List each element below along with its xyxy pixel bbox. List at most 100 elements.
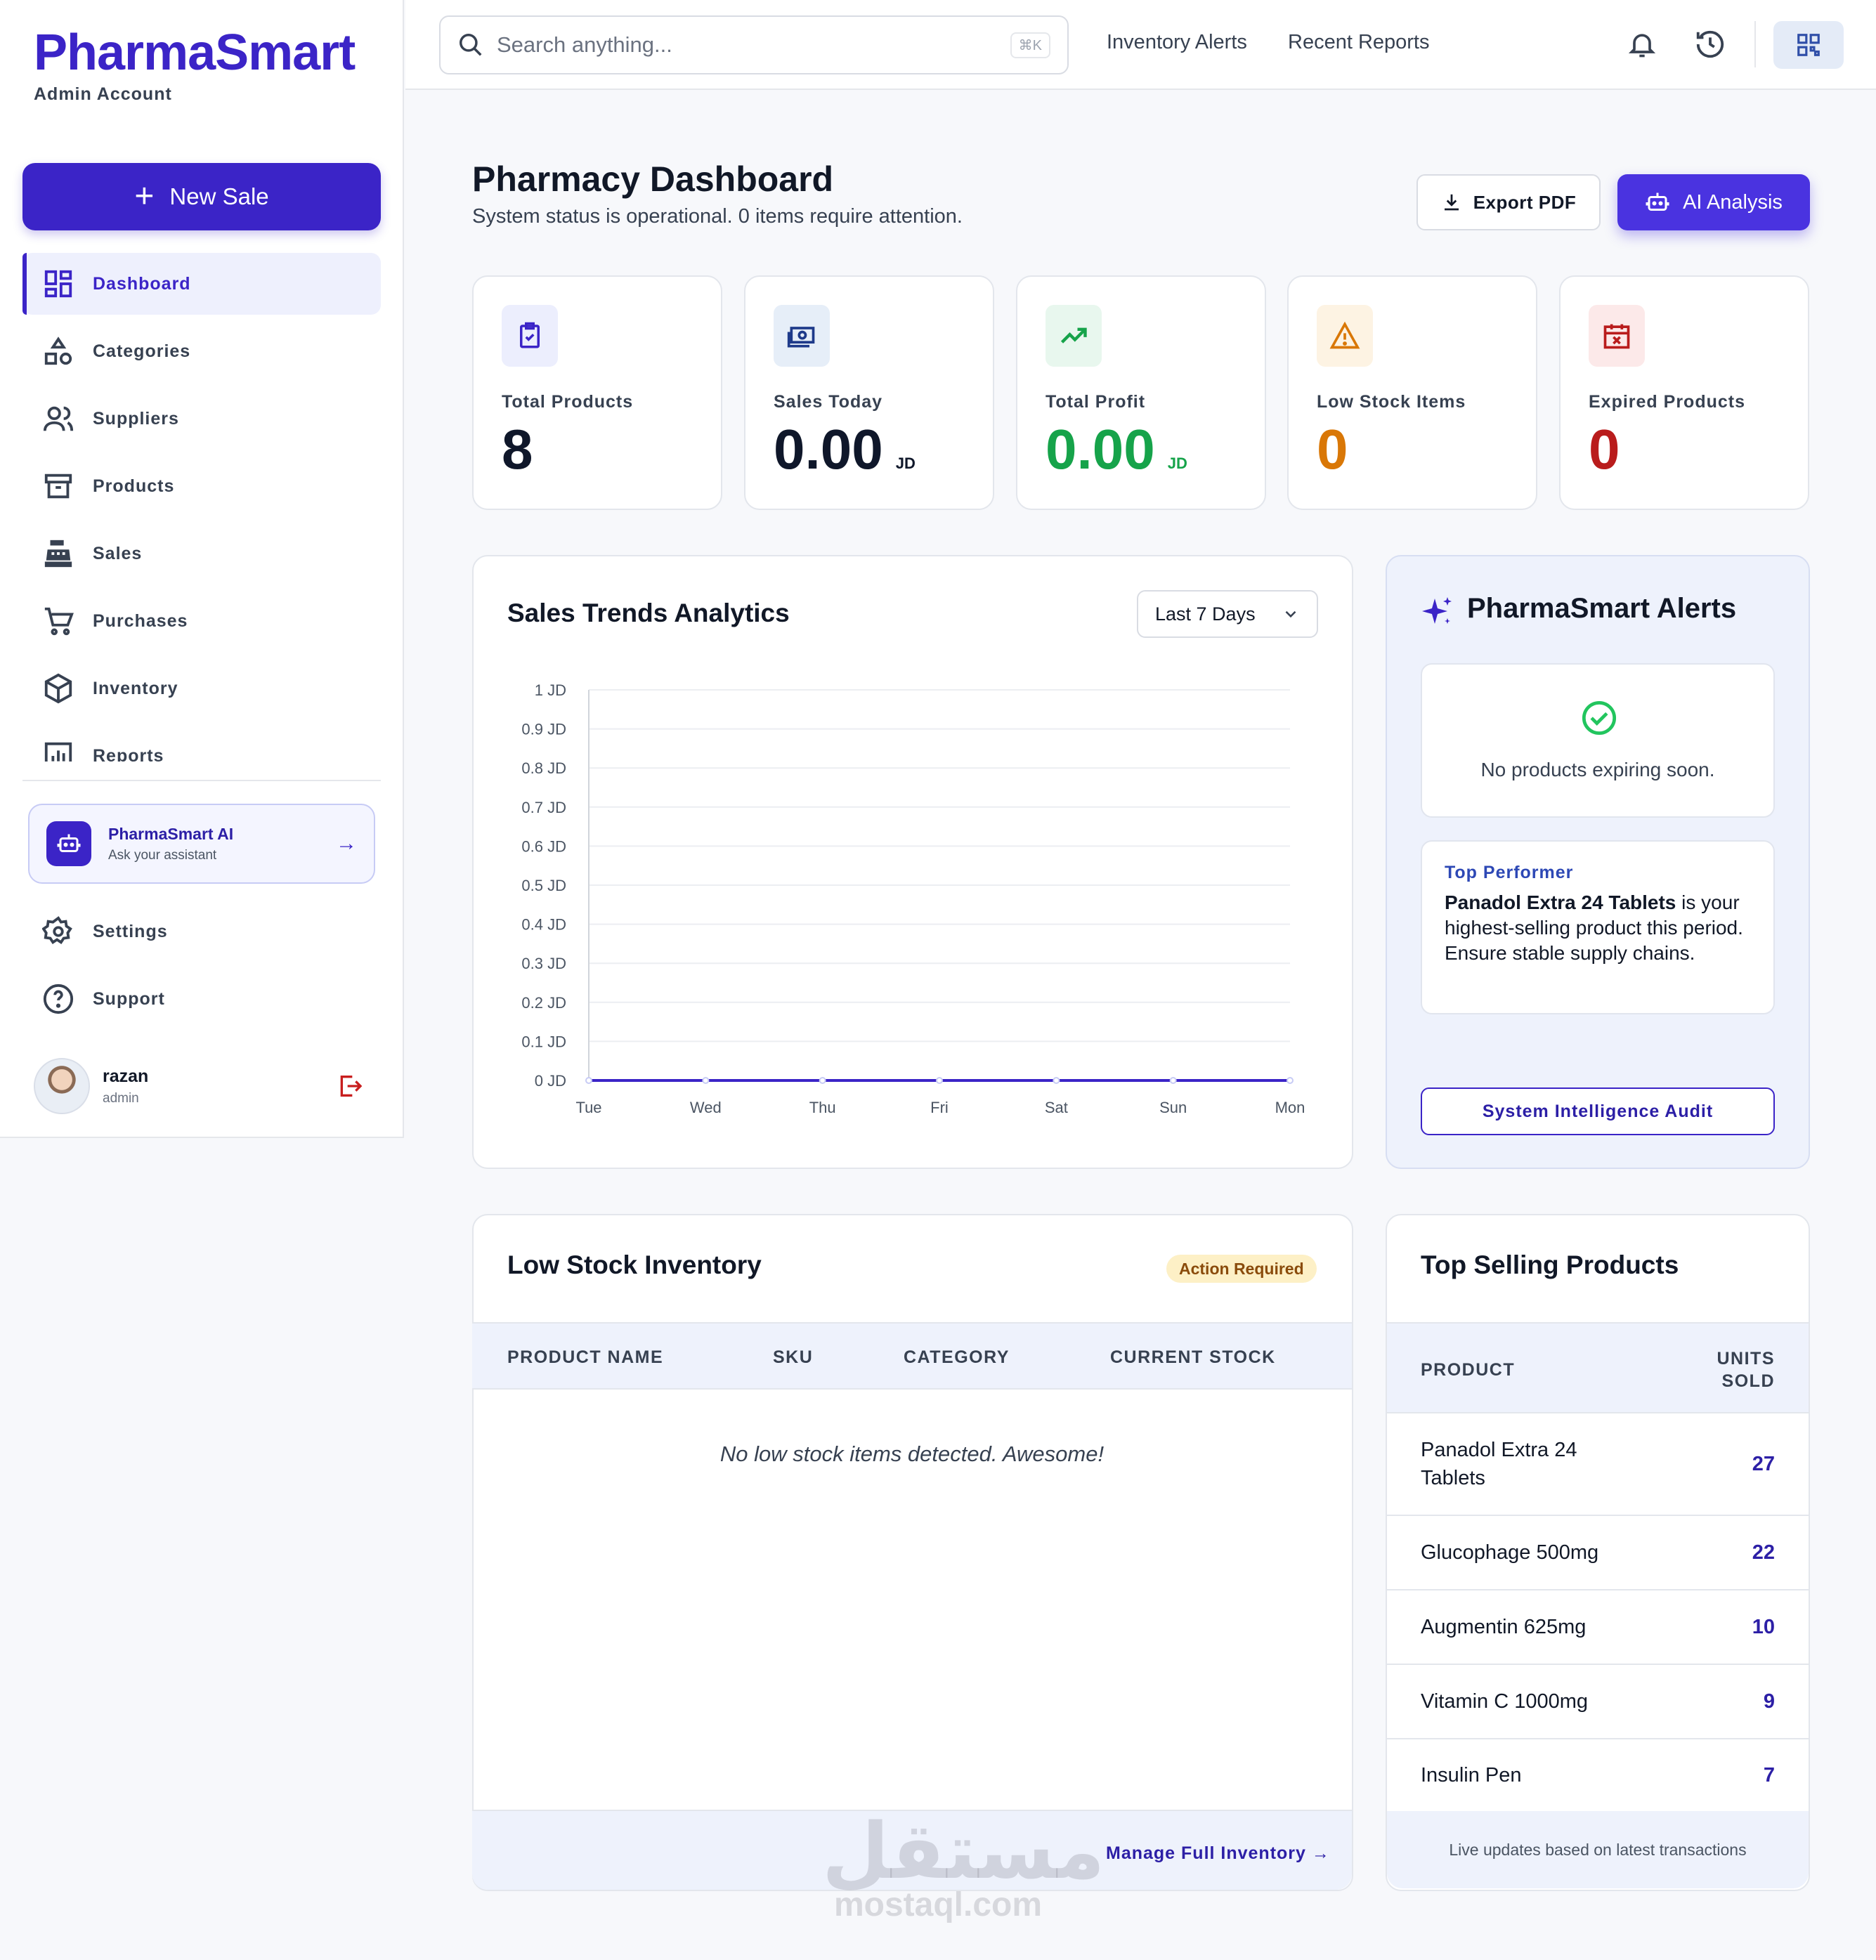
alerts-title: PharmaSmart Alerts — [1467, 593, 1737, 624]
history-icon[interactable] — [1694, 27, 1726, 62]
export-pdf-button[interactable]: Export PDF — [1416, 174, 1601, 230]
table-row[interactable]: Vitamin C 1000mg 9 — [1387, 1665, 1809, 1739]
ai-card-subtitle: Ask your assistant — [108, 847, 217, 863]
column-header[interactable]: PRODUCT — [1421, 1360, 1515, 1380]
qr-scan-button[interactable] — [1773, 21, 1844, 69]
low-stock-title: Low Stock Inventory — [507, 1250, 762, 1279]
y-tick-label: 1 JD — [535, 681, 566, 699]
stat-label: Expired Products — [1589, 392, 1745, 412]
robot-icon — [46, 821, 91, 866]
top-performer-card: Top Performer Panadol Extra 24 Tablets i… — [1421, 840, 1775, 1014]
new-sale-label: New Sale — [169, 183, 269, 209]
expiry-empty-message: No products expiring soon. — [1480, 759, 1715, 780]
sidebar-item-dashboard[interactable]: Dashboard — [22, 253, 381, 315]
sparkles-icon — [1422, 597, 1452, 624]
download-icon — [1444, 194, 1459, 211]
sales-trends-title: Sales Trends Analytics — [507, 599, 790, 627]
stat-icon-bg — [774, 305, 830, 367]
nav-link-inventory-alerts[interactable]: Inventory Alerts — [1107, 31, 1247, 54]
top-performer-tag: Top Performer — [1445, 863, 1574, 882]
nav-link-recent-reports[interactable]: Recent Reports — [1288, 31, 1430, 54]
shapes-icon — [44, 337, 72, 365]
stat-icon-bg — [1589, 305, 1645, 367]
stat-number: 0.00 — [1046, 418, 1155, 481]
y-tick-label: 0.4 JD — [521, 916, 566, 934]
sidebar-item-suppliers[interactable]: Suppliers — [22, 388, 381, 450]
logout-icon[interactable] — [336, 1072, 364, 1100]
system-audit-button[interactable]: System Intelligence Audit — [1421, 1087, 1775, 1135]
stat-number: 8 — [502, 418, 533, 481]
user-name: razan — [103, 1066, 149, 1086]
top-performer-text: Panadol Extra 24 Tablets is your highest… — [1445, 890, 1751, 966]
date-range-select[interactable]: Last 7 Days — [1137, 590, 1318, 638]
help-icon — [43, 984, 74, 1014]
manage-inventory-link[interactable]: Manage Full Inventory → — [1106, 1843, 1330, 1864]
units-sold: 7 — [1763, 1763, 1775, 1786]
plus-icon: + — [134, 178, 155, 215]
ai-assistant-card[interactable]: PharmaSmart AI Ask your assistant → — [28, 804, 375, 884]
sidebar-item-sales[interactable]: Sales — [22, 523, 381, 584]
y-tick-label: 0.1 JD — [521, 1033, 566, 1050]
clipboard-check-icon — [520, 322, 540, 348]
sidebar-item-purchases[interactable]: Purchases — [22, 590, 381, 652]
table-row[interactable]: Glucophage 500mg 22 — [1387, 1516, 1809, 1590]
stat-unit: JD — [895, 455, 916, 472]
brand-logo[interactable]: PharmaSmart — [34, 24, 356, 81]
column-header[interactable]: CATEGORY — [904, 1347, 1010, 1368]
new-sale-button[interactable]: + New Sale — [22, 163, 381, 230]
sidebar-nav: Dashboard Categories Suppliers Products … — [22, 253, 381, 762]
chevron-down-icon — [1285, 610, 1296, 618]
sidebar-item-label: Inventory — [93, 678, 178, 698]
stat-card-expired-products: Expired Products 0 — [1559, 275, 1809, 510]
low-stock-empty-message: No low stock items detected. Awesome! — [719, 1442, 1105, 1466]
stat-value: 0 — [1317, 417, 1348, 482]
cash-register-icon — [44, 540, 72, 568]
bell-icon[interactable] — [1627, 27, 1657, 62]
y-tick-label: 0.3 JD — [521, 955, 566, 972]
trending-up-icon — [1060, 327, 1087, 344]
sidebar-item-label: Suppliers — [93, 408, 179, 429]
stat-value: 0 — [1589, 417, 1620, 482]
sidebar-item-settings[interactable]: Settings — [22, 901, 381, 962]
data-point — [936, 1077, 943, 1084]
shortcut-hint: ⌘K — [1010, 32, 1050, 58]
sidebar-item-reports[interactable]: Reports — [22, 725, 381, 762]
column-header[interactable]: PRODUCT NAME — [507, 1347, 663, 1368]
dashboard-icon — [44, 270, 72, 298]
column-header[interactable]: SKU — [773, 1347, 813, 1368]
sidebar-item-label: Support — [93, 988, 165, 1009]
search-input[interactable]: Search anything... ⌘K — [439, 15, 1069, 74]
table-row[interactable]: Insulin Pen 7 — [1387, 1739, 1809, 1812]
box-icon — [44, 673, 72, 704]
sidebar-item-label: Settings — [93, 921, 168, 941]
page-subtitle: System status is operational. 0 items re… — [472, 205, 963, 228]
stat-label: Total Products — [502, 392, 634, 412]
ai-analysis-button[interactable]: AI Analysis — [1617, 174, 1810, 230]
y-tick-label: 0.5 JD — [521, 877, 566, 894]
data-point — [1053, 1077, 1060, 1084]
sidebar-item-products[interactable]: Products — [22, 455, 381, 517]
robot-icon — [1646, 192, 1669, 211]
stat-card-sales-today: Sales Today 0.00 JD — [744, 275, 994, 510]
table-row[interactable]: Augmentin 625mg 10 — [1387, 1590, 1809, 1665]
user-profile[interactable]: razan admin — [34, 1058, 371, 1114]
money-icon — [787, 327, 815, 348]
table-row[interactable]: Panadol Extra 24 Tablets 27 — [1387, 1413, 1809, 1516]
units-sold: 10 — [1752, 1615, 1775, 1638]
column-header[interactable]: CURRENT STOCK — [1110, 1347, 1276, 1368]
watermark: مستقل mostaql.com — [822, 1812, 1105, 1924]
sidebar-item-support[interactable]: Support — [22, 968, 381, 1030]
stat-card-total-profit: Total Profit 0.00 JD — [1016, 275, 1266, 510]
sidebar-item-inventory[interactable]: Inventory — [22, 658, 381, 719]
arrow-right-icon: → — [336, 832, 357, 855]
toolbar-divider — [1754, 21, 1756, 67]
y-tick-label: 0.2 JD — [521, 994, 566, 1012]
status-badge: Action Required — [1166, 1255, 1317, 1283]
user-role: admin — [103, 1090, 139, 1106]
y-tick-label: 0 JD — [535, 1072, 566, 1090]
column-header[interactable]: UNITS SOLD — [1662, 1347, 1775, 1392]
sidebar-item-categories[interactable]: Categories — [22, 320, 381, 382]
date-range-value: Last 7 Days — [1155, 603, 1256, 625]
ai-card-title: PharmaSmart AI — [108, 824, 234, 843]
stat-card-total-products: Total Products 8 — [472, 275, 722, 510]
